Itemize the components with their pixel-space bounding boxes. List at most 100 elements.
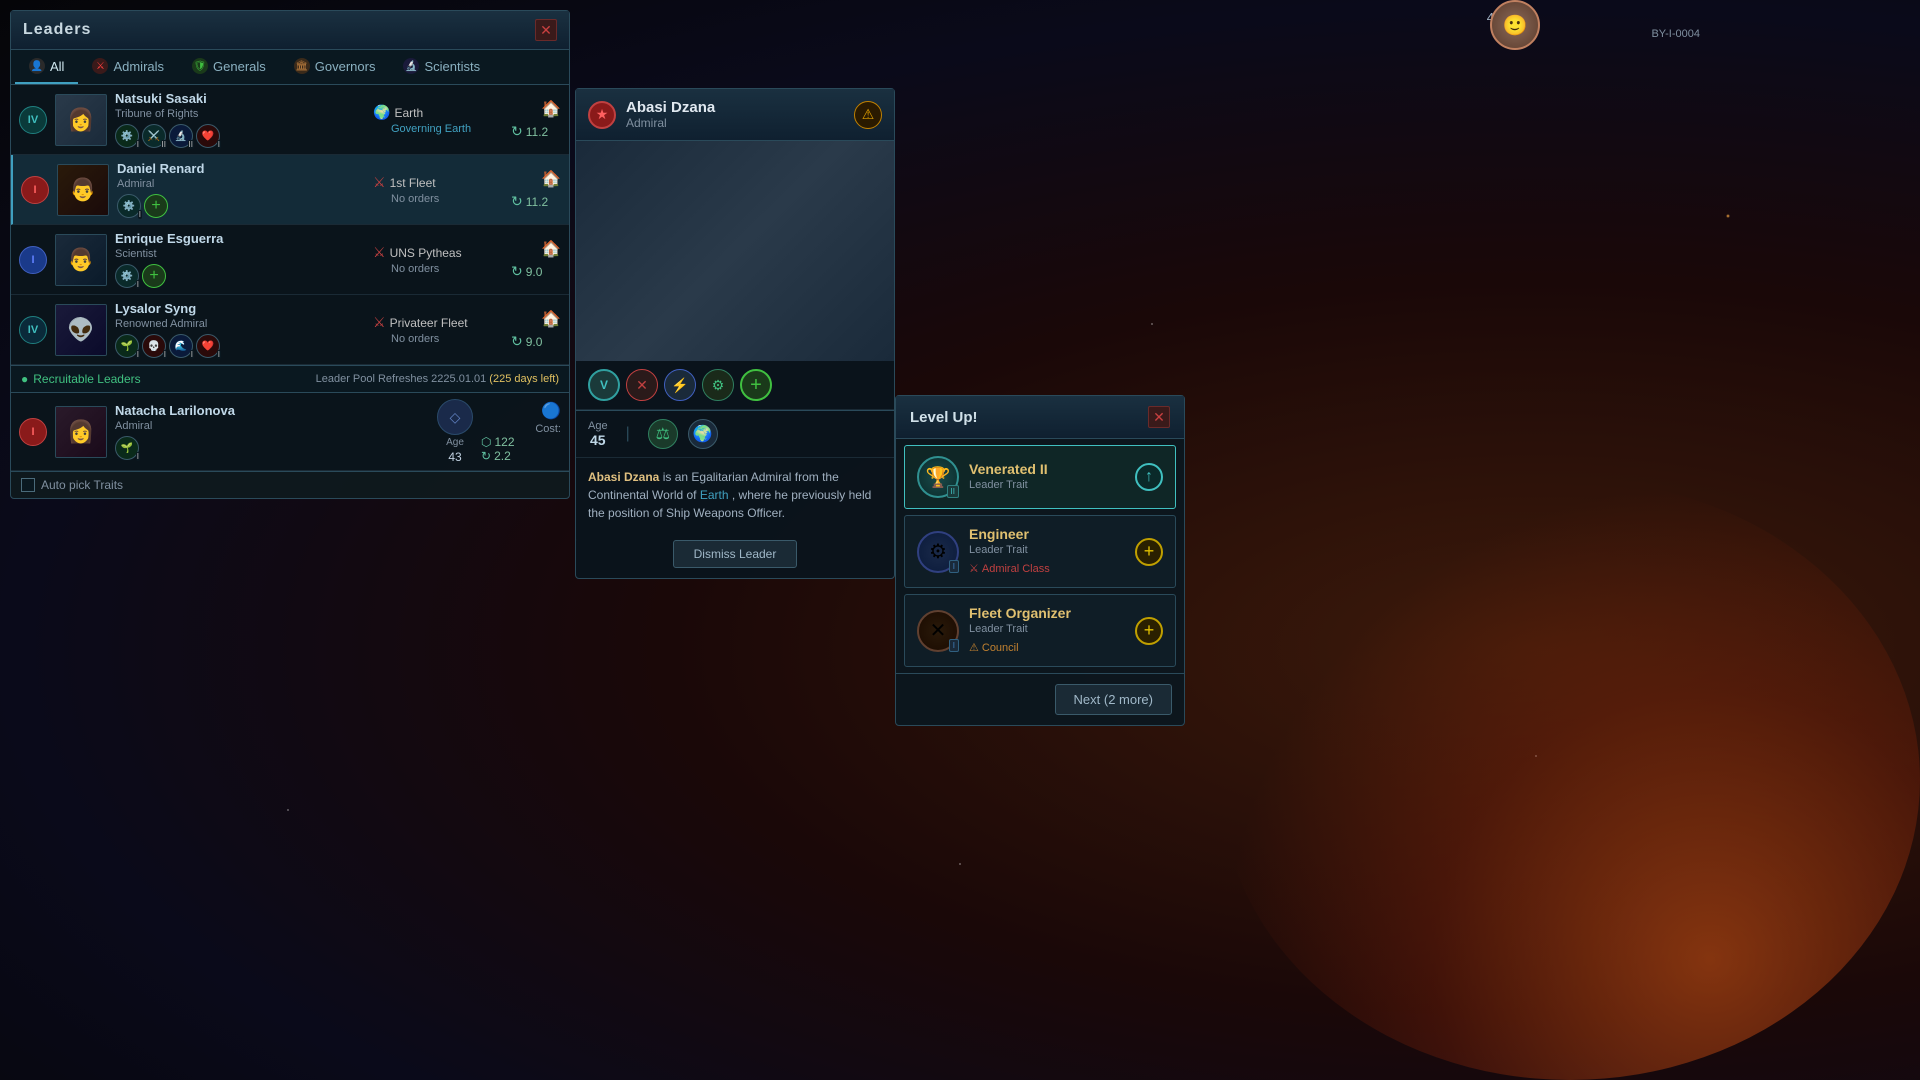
assignment-status: No orders [373,193,439,205]
home-icon: 🌍 [373,104,390,121]
trait-x-icon: ✕ [626,369,658,401]
unity-value: 122 [494,435,514,449]
tab-all-icon: 👤 [29,58,45,74]
home-btn[interactable]: 🏠 [511,169,561,189]
egalitarian-icon: ⚖ [648,419,678,449]
leader-portrait: 👨 [57,164,109,216]
assignment-name: UNS Pytheas [390,246,462,260]
portrait-placeholder: 👩 [56,407,106,457]
list-item[interactable]: I 👨 Enrique Esguerra Scientist ⚙️I + ⚔ U… [11,225,569,295]
level-badge: I [19,246,47,274]
trait-icon: ❤️I [196,334,220,358]
level-badge: IV [19,106,47,134]
tab-governors[interactable]: 🏛 Governors [280,50,390,84]
level-badge-i2: I [949,639,959,652]
fleet-organizer-icon: ✕ I [917,610,959,652]
leader-title: Scientist [115,248,365,260]
detail-stats: Age 45 | ⚖ 🌍 [576,411,894,458]
leader-cost-block: 🏠 ↻ 11.2 [511,99,561,140]
engineer-select-button[interactable]: + [1135,538,1163,566]
tab-governors-label: Governors [315,59,376,74]
trait-choice-fleet-organizer[interactable]: ✕ I Fleet Organizer Leader Trait ⚠ Counc… [904,594,1176,667]
leader-detail-panel: ★ Abasi Dzana Admiral ⚠ [575,88,895,579]
leader-cost: ↻ 9.0 [511,333,561,350]
cost-label: Cost: [481,423,561,435]
leader-name: Enrique Esguerra [115,231,365,246]
venerated-select-arrow[interactable]: ↑ [1135,463,1163,491]
recruit-btn[interactable]: 🔵 [481,401,561,421]
detail-name-block: Abasi Dzana Admiral [626,99,844,130]
tab-scientists-icon: 🔬 [403,58,419,74]
leader-info: Lysalor Syng Renowned Admiral 🌱I 💀I 🌊I ❤… [115,301,365,358]
dismiss-button[interactable]: Dismiss Leader [673,540,798,568]
level-badge: I [21,176,49,204]
home-btn[interactable]: 🏠 [511,309,561,329]
system-id-display: BY-I-0004 [1651,28,1700,40]
close-button[interactable]: ✕ [535,19,557,41]
detail-name: Abasi Dzana [626,99,844,116]
level-badge-ii: II [947,485,959,498]
trait-choice-engineer[interactable]: ⚙ I Engineer Leader Trait ⚔ Admiral Clas… [904,515,1176,588]
home-btn[interactable]: 🏠 [511,239,561,259]
fleet-organizer-type: Leader Trait [969,623,1125,635]
leader-title: Renowned Admiral [115,318,365,330]
level-badge: I [19,418,47,446]
leader-traits: ⚙️I + [117,194,365,218]
recruitables-title: ● Recruitable Leaders [21,372,141,386]
leader-portrait: 👽 [55,304,107,356]
portrait-placeholder: 👨 [56,235,106,285]
tab-all-label: All [50,59,64,74]
rank-icon: ★ [588,101,616,129]
list-item[interactable]: I 👩 Natacha Larilonova Admiral 🌱I ◇ Age … [11,393,569,471]
recruitable-list: I 👩 Natacha Larilonova Admiral 🌱I ◇ Age … [11,393,569,471]
world-icon: 🌍 [688,419,718,449]
leaders-panel: Leaders ✕ 👤 All ⚔ Admirals 🛡 Generals 🏛 … [10,10,570,499]
trait-add-icon[interactable]: + [144,194,168,218]
detail-role: Admiral [626,116,844,130]
mini-portrait[interactable]: 🙂 [1490,0,1540,50]
tab-all[interactable]: 👤 All [15,50,78,84]
portrait-placeholder: 👩 [56,95,106,145]
trait-icon: ❤️I [196,124,220,148]
tab-scientists[interactable]: 🔬 Scientists [389,50,494,84]
tab-admirals[interactable]: ⚔ Admirals [78,50,178,84]
trait-add-icon[interactable]: + [740,369,772,401]
fleet-organizer-select-button[interactable]: + [1135,617,1163,645]
home-btn[interactable]: 🏠 [511,99,561,119]
list-item[interactable]: I 👨 Daniel Renard Admiral ⚙️I + ⚔ 1st Fl… [11,155,569,225]
engineer-icon: ⚙ I [917,531,959,573]
list-item[interactable]: IV 👽 Lysalor Syng Renowned Admiral 🌱I 💀I… [11,295,569,365]
tab-admirals-icon: ⚔ [92,58,108,74]
levelup-title: Level Up! [910,409,978,426]
tab-generals[interactable]: 🛡 Generals [178,50,280,84]
fleet-organizer-name: Fleet Organizer [969,605,1125,621]
nebula [1220,480,1920,1080]
recruit-skill-icon: ◇ [437,399,473,435]
assignment-info: ⚔ Privateer Fleet [373,314,468,331]
refresh-date: Leader Pool Refreshes 2225.01.01 [316,373,487,385]
leader-cost: ↻ 11.2 [511,123,561,140]
leader-cost-block: 🏠 ↻ 11.2 [511,169,561,210]
trait-icon: 🔬II [169,124,193,148]
leader-title: Admiral [117,178,365,190]
refresh-days: (225 days left) [489,373,559,385]
cost-influence: ↻ 2.2 [481,449,561,463]
assignment-info: 🌍 Earth [373,104,423,121]
engineer-tag: ⚔ Admiral Class [969,562,1050,575]
recruitables-header: ● Recruitable Leaders Leader Pool Refres… [11,365,569,393]
leader-name: Natsuki Sasaki [115,91,365,106]
tab-scientists-label: Scientists [424,59,480,74]
trait-add-icon[interactable]: + [142,264,166,288]
fleet-icon: ⚔ [373,244,386,261]
tab-generals-label: Generals [213,59,266,74]
trait-choice-venerated2[interactable]: 🏆 II Venerated II Leader Trait ↑ [904,445,1176,509]
leader-portrait: 👨 [55,234,107,286]
leader-title: Admiral [115,420,429,432]
alert-icon: ⚠ [854,101,882,129]
engineer-info: Engineer Leader Trait ⚔ Admiral Class [969,526,1125,577]
list-item[interactable]: IV 👩 Natsuki Sasaki Tribune of Rights ⚙️… [11,85,569,155]
levelup-close-button[interactable]: ✕ [1148,406,1170,428]
leader-info: Natacha Larilonova Admiral 🌱I [115,403,429,460]
next-button[interactable]: Next (2 more) [1055,684,1172,715]
auto-pick-checkbox[interactable] [21,478,35,492]
